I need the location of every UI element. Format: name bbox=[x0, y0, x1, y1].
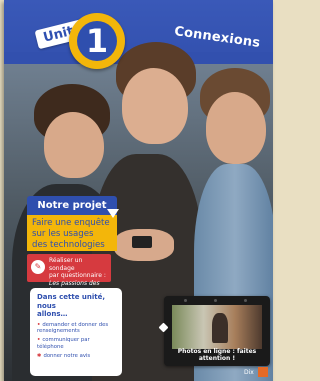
unit-number: 1 bbox=[77, 21, 117, 61]
phone bbox=[132, 236, 152, 248]
survey-line: par questionnaire : bbox=[49, 272, 106, 279]
video-caption: Photos en ligne : faites attention ! bbox=[177, 348, 257, 362]
person-left-head bbox=[44, 112, 104, 178]
survey-box: ✎ Réaliser un sondage par questionnaire … bbox=[27, 254, 111, 294]
objectives-title: Dans cette unité, nous allons… bbox=[37, 293, 106, 318]
final-project-line: des technologies bbox=[32, 240, 105, 250]
person-center-head bbox=[122, 68, 188, 144]
final-project-line: sur les usages bbox=[32, 229, 94, 239]
final-project-line: Faire une enquête bbox=[32, 218, 110, 228]
objective-item: • demander et donner des renseignements bbox=[37, 321, 109, 334]
video-screen bbox=[172, 305, 262, 349]
survey-icon: ✎ bbox=[31, 260, 45, 274]
video-thumbnail[interactable]: Photos en ligne : faites attention ! bbox=[158, 296, 270, 366]
video-person bbox=[212, 313, 228, 343]
page-number: Dix bbox=[244, 369, 254, 376]
objective-item: ✱ donner notre avis bbox=[37, 353, 91, 360]
unit-cover-page: Unité 1 Connexions Notre projet final Fa… bbox=[4, 0, 273, 381]
page-marker bbox=[258, 367, 268, 377]
survey-line: Réaliser un sondage bbox=[49, 257, 83, 272]
objective-item: • communiquer par téléphone bbox=[37, 337, 90, 350]
person-right-head bbox=[206, 92, 266, 164]
final-project-box: Faire une enquête sur les usages des tec… bbox=[27, 209, 119, 251]
final-project-title: Notre projet final bbox=[27, 196, 117, 230]
unit-number-badge: 1 bbox=[69, 13, 125, 69]
objectives-box: Dans cette unité, nous allons… • demander… bbox=[30, 288, 122, 376]
arrow-icon bbox=[107, 209, 119, 218]
